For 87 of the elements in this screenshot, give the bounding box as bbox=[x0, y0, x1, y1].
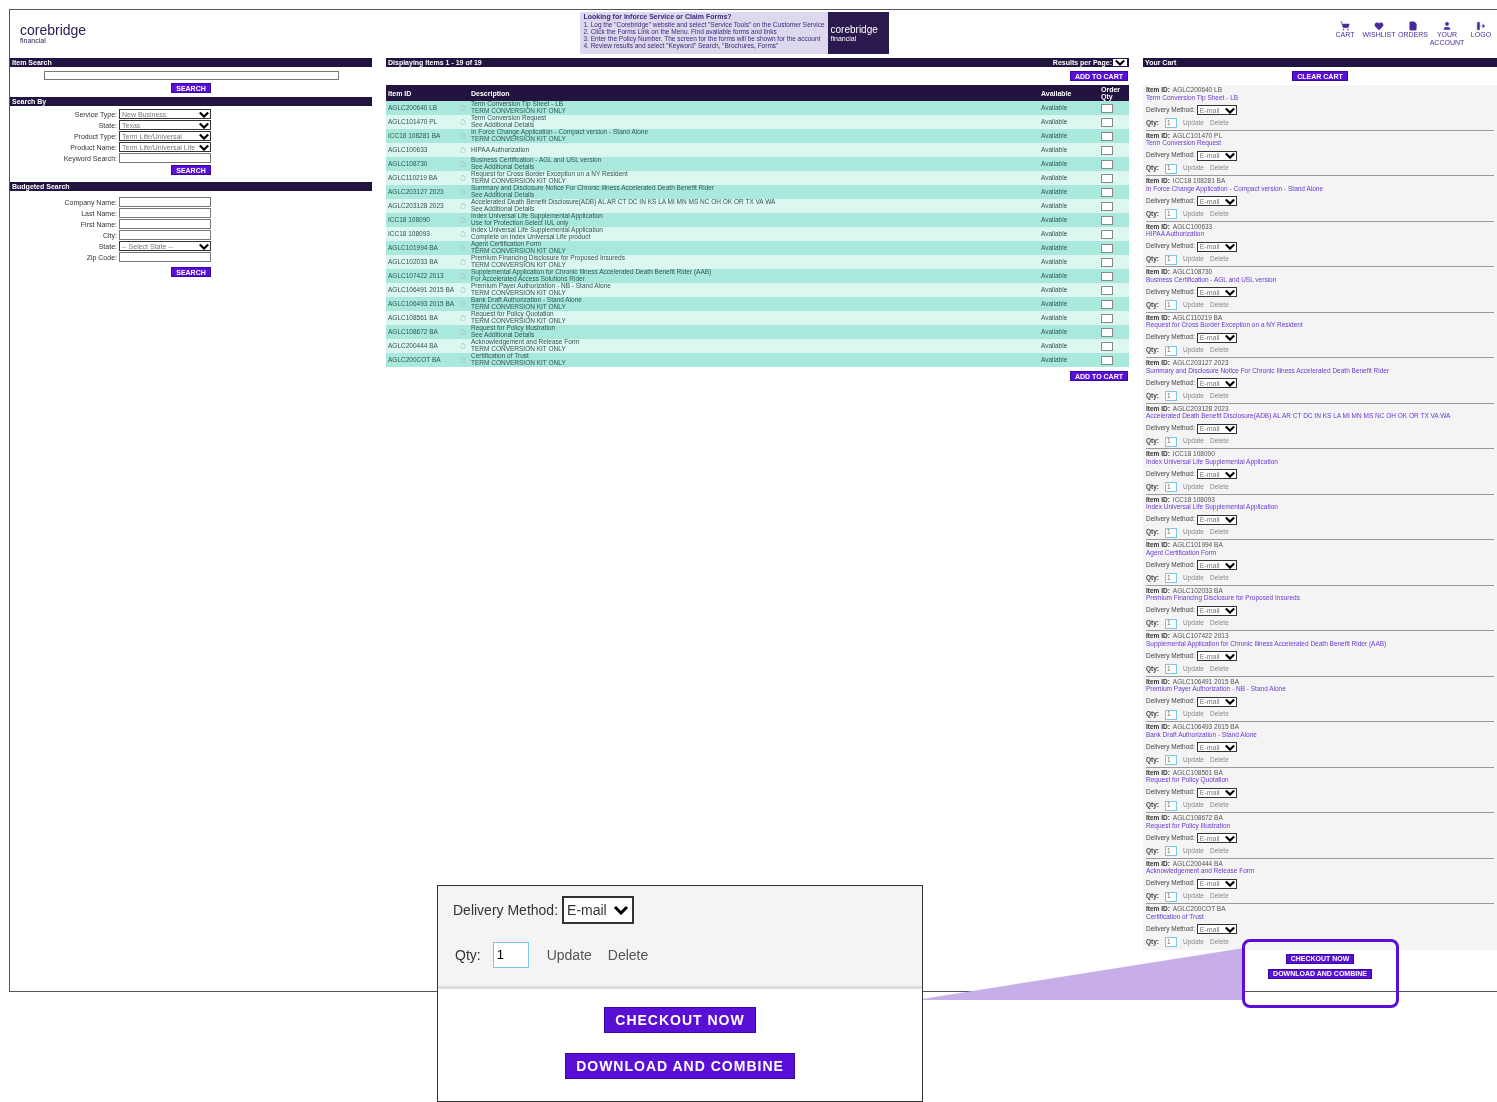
chevron-down-icon bbox=[1223, 106, 1236, 114]
chevron-down-icon bbox=[1114, 59, 1126, 66]
document-icon bbox=[460, 329, 466, 335]
chevron-down-icon bbox=[198, 242, 210, 250]
document-icon bbox=[460, 161, 466, 167]
search-field[interactable] bbox=[43, 71, 339, 80]
quantity-field[interactable] bbox=[1101, 299, 1113, 309]
chevron-down-icon bbox=[1223, 834, 1236, 842]
chevron-down-icon bbox=[1223, 152, 1236, 159]
quantity-field[interactable] bbox=[1101, 285, 1113, 295]
qty-field[interactable]: 1 bbox=[492, 942, 529, 968]
document-icon bbox=[460, 343, 466, 349]
chevron-down-icon bbox=[1223, 334, 1236, 341]
quantity-field[interactable] bbox=[1101, 215, 1113, 225]
chevron-down-icon bbox=[1223, 925, 1236, 933]
chevron-down-icon bbox=[198, 143, 210, 151]
chevron-down-icon bbox=[1223, 698, 1236, 705]
document-icon bbox=[460, 189, 466, 195]
chevron-down-icon bbox=[1223, 516, 1236, 523]
document-icon bbox=[460, 245, 466, 251]
chevron-down-icon bbox=[1223, 789, 1236, 796]
document-icon bbox=[460, 287, 466, 293]
chevron-down-icon bbox=[198, 121, 210, 129]
document-icon bbox=[460, 105, 466, 111]
account-icon bbox=[1442, 21, 1452, 32]
document-icon bbox=[460, 119, 466, 125]
chevron-down-icon bbox=[1223, 425, 1236, 432]
text-field[interactable] bbox=[119, 252, 211, 262]
quantity-field[interactable] bbox=[1101, 243, 1113, 253]
chevron-down-icon bbox=[1223, 470, 1236, 478]
quantity-field[interactable] bbox=[1101, 229, 1113, 239]
banner-logo: corebridge bbox=[830, 24, 879, 35]
document-icon bbox=[460, 357, 466, 363]
chevron-down-icon bbox=[613, 905, 630, 915]
chevron-down-icon bbox=[1223, 379, 1236, 387]
quantity-field[interactable] bbox=[1101, 103, 1113, 113]
document-icon bbox=[460, 315, 466, 321]
quantity-field[interactable] bbox=[1101, 187, 1113, 197]
update-link[interactable]: Update bbox=[546, 944, 592, 966]
checkout-now-button[interactable]: CHECKOUT NOW bbox=[604, 1007, 756, 1033]
quantity-field[interactable] bbox=[1101, 257, 1113, 267]
results-per-page-select[interactable] bbox=[1113, 59, 1127, 66]
wishlist-icon bbox=[1374, 21, 1384, 32]
chevron-down-icon bbox=[1223, 288, 1236, 296]
quantity-field[interactable] bbox=[1101, 341, 1113, 351]
orders-icon bbox=[1408, 21, 1418, 32]
download-and-combine-button[interactable]: DOWNLOAD AND COMBINE bbox=[565, 1053, 795, 1079]
quantity-field[interactable] bbox=[1101, 145, 1113, 155]
quantity-field[interactable] bbox=[1101, 201, 1113, 211]
document-icon bbox=[460, 231, 466, 237]
text-field[interactable] bbox=[119, 208, 211, 218]
info-banner[interactable] bbox=[580, 12, 889, 54]
text-field[interactable] bbox=[119, 230, 211, 240]
delivery-method-select[interactable]: E-mail bbox=[562, 896, 635, 924]
document-icon bbox=[460, 217, 466, 223]
quantity-field[interactable] bbox=[1101, 159, 1113, 169]
document-icon bbox=[460, 259, 466, 265]
document-icon bbox=[460, 175, 466, 181]
document-icon bbox=[460, 133, 466, 139]
document-icon bbox=[460, 147, 466, 153]
text-field[interactable] bbox=[119, 153, 211, 163]
quantity-field[interactable] bbox=[1101, 271, 1113, 281]
cart-icon bbox=[1340, 21, 1350, 32]
text-field[interactable] bbox=[119, 219, 211, 229]
chevron-down-icon bbox=[1223, 607, 1236, 614]
document-icon bbox=[460, 301, 466, 307]
delivery-method-label: Delivery Method: bbox=[453, 900, 559, 920]
document-icon bbox=[460, 203, 466, 209]
chevron-down-icon bbox=[1223, 743, 1236, 751]
delete-link[interactable]: Delete bbox=[607, 944, 649, 966]
quantity-field[interactable] bbox=[1101, 327, 1113, 337]
text-field[interactable] bbox=[119, 197, 211, 207]
quantity-field[interactable] bbox=[1101, 173, 1113, 183]
chevron-down-icon bbox=[1223, 561, 1236, 569]
chevron-down-icon bbox=[198, 132, 210, 140]
quantity-field[interactable] bbox=[1101, 355, 1113, 365]
logout-icon bbox=[1476, 21, 1486, 32]
chevron-down-icon bbox=[1223, 197, 1236, 205]
quantity-field[interactable] bbox=[1101, 131, 1113, 141]
qty-label: Qty: bbox=[455, 945, 481, 965]
document-icon bbox=[460, 273, 466, 279]
chevron-down-icon bbox=[198, 110, 210, 118]
quantity-field[interactable] bbox=[1101, 313, 1113, 323]
chevron-down-icon bbox=[1223, 880, 1236, 887]
chevron-down-icon bbox=[1223, 652, 1236, 660]
quantity-field[interactable] bbox=[1101, 117, 1113, 127]
chevron-down-icon bbox=[1223, 243, 1236, 250]
